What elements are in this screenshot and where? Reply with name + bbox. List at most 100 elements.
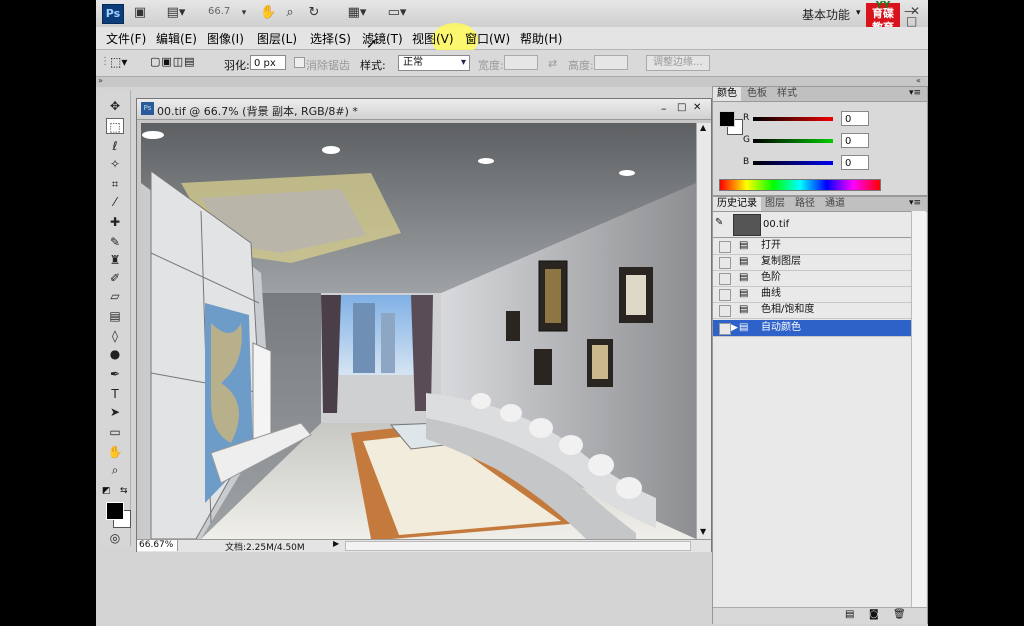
trash-icon[interactable]: 🗑: [893, 609, 906, 620]
expand-icon[interactable]: «: [916, 76, 921, 85]
swap-colors-icon[interactable]: ⇆: [120, 486, 128, 496]
zoom-tool-icon[interactable]: ⌕: [106, 462, 124, 478]
history-panel-tabs: 历史记录 图层 路径 通道 ▾≡: [713, 197, 927, 212]
marquee-preset-icon[interactable]: ⬚▾: [110, 55, 127, 69]
height-input[interactable]: [594, 55, 628, 70]
snapshot-camera-icon[interactable]: ◙: [869, 609, 879, 620]
workspace-switcher[interactable]: 基本功能: [802, 6, 850, 23]
history-scrollbar[interactable]: [911, 211, 926, 607]
hand-tool-icon[interactable]: ✋: [106, 444, 124, 460]
g-value-input[interactable]: 0: [841, 133, 869, 148]
eyedropper-icon[interactable]: ⁄: [106, 194, 124, 210]
antialias-checkbox[interactable]: [294, 57, 305, 68]
ps-document-icon: Ps: [141, 102, 154, 115]
selection-mode-icon[interactable]: ▢▣◫▤: [150, 55, 196, 68]
color-panel-tabs: 颜色 色板 样式 ▾≡: [713, 87, 927, 102]
scroll-down-icon[interactable]: ▼: [700, 527, 706, 536]
history-item-hue-saturation[interactable]: ▤ 色相/饱和度: [713, 302, 911, 319]
shape-tool-icon[interactable]: ▭: [106, 424, 124, 440]
history-state-marker-icon: ▶: [731, 323, 738, 333]
tab-history[interactable]: 历史记录: [713, 197, 761, 211]
rotate-view-icon[interactable]: ↻: [306, 4, 322, 22]
color-spectrum-ramp[interactable]: [719, 179, 881, 191]
feather-input[interactable]: 0 px: [250, 55, 286, 70]
menu-bar-overlay: 选择(S) 滤镜(T) 视图(V) 窗口(W) 帮助(H) ➚: [96, 27, 928, 52]
options-bar: ⋮ ⬚▾ ▢▣◫▤ 羽化: 0 px 消除锯齿 样式: 正常 ▾ 宽度: ⇄ 高…: [96, 50, 928, 77]
type-tool-icon[interactable]: T: [106, 386, 124, 402]
document-title-bar[interactable]: Ps 00.tif @ 66.7% (背景 副本, RGB/8#) * – □ …: [137, 99, 711, 120]
r-value-input[interactable]: 0: [841, 111, 869, 126]
path-selection-icon[interactable]: ➤: [106, 404, 124, 420]
doc-close-button[interactable]: ✕: [693, 102, 701, 113]
r-slider[interactable]: [753, 117, 833, 121]
zoom-level[interactable]: 66.7: [208, 6, 230, 17]
screen-mode-icon[interactable]: ▭▾: [382, 4, 412, 22]
history-item-open[interactable]: ▤ 打开: [713, 238, 911, 255]
lasso-tool-icon[interactable]: ℓ: [106, 138, 124, 154]
workspace-chevron-icon[interactable]: ▾: [856, 8, 861, 18]
tab-styles[interactable]: 样式: [773, 87, 801, 101]
menu-help[interactable]: 帮助(H): [520, 30, 562, 47]
bridge-icon[interactable]: ▣: [132, 4, 148, 22]
menu-select[interactable]: 选择(S): [310, 30, 351, 47]
move-tool-icon[interactable]: ✥: [106, 98, 124, 114]
hand-icon[interactable]: ✋: [260, 4, 276, 22]
gradient-tool-icon[interactable]: ▤: [106, 308, 124, 324]
chevron-down-icon: ▾: [460, 57, 466, 68]
tab-channels[interactable]: 通道: [821, 197, 849, 211]
brush-tool-icon[interactable]: ✎: [106, 234, 124, 250]
snapshot-brush-icon[interactable]: ✎: [715, 217, 723, 228]
marquee-tool-icon[interactable]: ⬚: [106, 118, 124, 134]
clone-stamp-icon[interactable]: ♜: [106, 252, 124, 268]
doc-minimize-button[interactable]: –: [661, 102, 667, 115]
panel-fg-swatch[interactable]: [719, 111, 735, 127]
panel-menu-icon[interactable]: ▾≡: [909, 198, 921, 208]
history-item-curves[interactable]: ▤ 曲线: [713, 286, 911, 303]
view-extras-icon[interactable]: ▤▾: [162, 4, 190, 22]
history-item-levels[interactable]: ▤ 色阶: [713, 270, 911, 287]
quick-mask-icon[interactable]: ◎: [106, 530, 124, 546]
zoom-icon[interactable]: ⌕: [282, 4, 298, 22]
doc-maximize-button[interactable]: □: [677, 102, 686, 113]
panel-menu-icon[interactable]: ▾≡: [909, 88, 921, 98]
eraser-tool-icon[interactable]: ▱: [106, 288, 124, 304]
new-document-from-state-icon[interactable]: ▤: [845, 609, 854, 620]
swap-icon[interactable]: ⇄: [548, 57, 557, 70]
magic-wand-icon[interactable]: ✧: [106, 156, 124, 172]
b-slider[interactable]: [753, 161, 833, 165]
history-brush-icon[interactable]: ✐: [106, 270, 124, 286]
status-menu-icon[interactable]: ▶: [333, 539, 339, 548]
foreground-color-swatch[interactable]: [106, 502, 124, 520]
healing-brush-icon[interactable]: ✚: [106, 214, 124, 230]
collapse-icon[interactable]: »: [98, 76, 103, 85]
zoom-status[interactable]: 66.67%: [137, 540, 178, 551]
horizontal-scrollbar[interactable]: [345, 541, 691, 551]
pen-tool-icon[interactable]: ✒: [106, 366, 124, 382]
close-button[interactable]: ✕: [910, 4, 920, 18]
chevron-down-icon[interactable]: ▾: [238, 4, 250, 22]
document-title: 00.tif @ 66.7% (背景 副本, RGB/8#) *: [157, 105, 358, 118]
arrange-documents-icon[interactable]: ▦▾: [342, 4, 372, 22]
refine-edge-button[interactable]: 调整边缘...: [646, 55, 710, 71]
image-canvas[interactable]: [141, 123, 696, 539]
tab-swatches[interactable]: 色板: [743, 87, 771, 101]
scroll-up-icon[interactable]: ▲: [700, 123, 706, 132]
snapshot-thumbnail[interactable]: [733, 214, 761, 236]
dodge-tool-icon[interactable]: ●: [106, 346, 124, 362]
style-select[interactable]: 正常 ▾: [398, 55, 470, 71]
vertical-scrollbar[interactable]: ▲ ▼: [696, 123, 711, 539]
tab-paths[interactable]: 路径: [791, 197, 819, 211]
b-value-input[interactable]: 0: [841, 155, 869, 170]
width-input[interactable]: [504, 55, 538, 70]
history-item-duplicate-layer[interactable]: ▤ 复制图层: [713, 254, 911, 271]
history-item-auto-color[interactable]: ▶ ▤ 自动颜色: [713, 320, 911, 337]
tab-color[interactable]: 颜色: [713, 87, 741, 101]
g-slider[interactable]: [753, 139, 833, 143]
blur-tool-icon[interactable]: ◊: [106, 328, 124, 344]
tab-layers[interactable]: 图层: [761, 197, 789, 211]
menu-window[interactable]: 窗口(W): [465, 30, 510, 47]
default-colors-icon[interactable]: ◩: [102, 486, 111, 496]
crop-tool-icon[interactable]: ⌗: [106, 176, 124, 192]
ps-logo: Ps: [102, 4, 124, 24]
menu-view[interactable]: 视图(V): [412, 30, 454, 47]
